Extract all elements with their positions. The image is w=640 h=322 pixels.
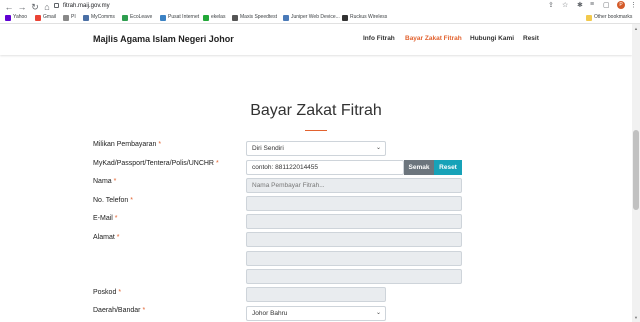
bookmarks-bar: Yahoo Gmail PI MyComms EcoLeave Pusat In… xyxy=(0,12,640,23)
bookmark-juniper[interactable]: Juniper Web Device... xyxy=(283,12,340,23)
telefon-label: No. Telefon * xyxy=(93,197,133,204)
bookmark-ruckus[interactable]: Ruckus Wireless xyxy=(342,12,387,23)
bookmark-ecoleave[interactable]: EcoLeave xyxy=(122,12,152,23)
bookmark-ekelas[interactable]: ekelas xyxy=(203,12,225,23)
browser-chrome: ← → ↻ ⌂ fitrah.maij.gov.my ⇪ ☆ ✱ ≡ ▢ P ⋮… xyxy=(0,0,640,24)
menu-icon[interactable]: ⋮ xyxy=(630,1,637,9)
daerah-select[interactable]: Johor Bahru ⌄ xyxy=(246,306,386,321)
bookmark-mycomms[interactable]: MyComms xyxy=(83,12,115,23)
bookmark-pusat-internet[interactable]: Pusat Internet xyxy=(160,12,199,23)
ekelas-icon xyxy=(203,14,209,21)
mykad-input[interactable]: contoh: 881122014455 xyxy=(246,160,404,175)
nama-input[interactable]: Nama Pembayar Fitrah... xyxy=(246,178,462,193)
email-label: E-Mail * xyxy=(93,215,118,222)
forward-icon[interactable]: → xyxy=(17,2,27,12)
poskod-label: Poskod * xyxy=(93,289,122,296)
telefon-input[interactable] xyxy=(246,196,462,211)
title-divider xyxy=(305,130,327,131)
semak-button[interactable]: Semak xyxy=(404,160,434,175)
reading-list-icon[interactable]: ≡ xyxy=(590,1,594,8)
scroll-thumb[interactable] xyxy=(633,130,639,210)
alamat-label: Alamat * xyxy=(93,234,120,241)
alamat-line3-input[interactable] xyxy=(246,269,462,284)
chevron-down-icon: ⌄ xyxy=(375,310,381,316)
globe-icon xyxy=(160,14,166,21)
globe-icon xyxy=(232,14,238,21)
globe-icon xyxy=(63,14,69,21)
globe-icon xyxy=(83,14,89,21)
nav-bayar-zakat-fitrah[interactable]: Bayar Zakat Fitrah xyxy=(405,35,462,42)
bookmark-gmail[interactable]: Gmail xyxy=(35,12,56,23)
bookmark-maxis-speedtest[interactable]: Maxis Speedtest xyxy=(232,12,277,23)
alamat-line1-input[interactable] xyxy=(246,232,462,247)
ruckus-icon xyxy=(342,14,348,21)
daerah-label: Daerah/Bandar * xyxy=(93,307,146,314)
nav-resit[interactable]: Resit xyxy=(523,35,539,42)
star-icon[interactable]: ☆ xyxy=(562,1,568,9)
folder-icon xyxy=(586,14,592,21)
profile-avatar[interactable]: P xyxy=(617,1,625,9)
nama-label: Nama * xyxy=(93,178,117,185)
mykad-label: MyKad/Passport/Tentera/Polis/UNCHR * xyxy=(93,160,219,167)
site-header: Majlis Agama Islam Negeri Johor Info Fit… xyxy=(0,24,632,55)
email-input[interactable] xyxy=(246,214,462,229)
nav-hubungi-kami[interactable]: Hubungi Kami xyxy=(470,35,514,42)
share-icon[interactable]: ⇪ xyxy=(548,1,554,9)
scroll-down-icon[interactable]: ▼ xyxy=(634,315,638,320)
side-panel-icon[interactable]: ▢ xyxy=(603,1,610,9)
bookmark-other[interactable]: Other bookmarks xyxy=(586,12,632,23)
globe-icon xyxy=(283,14,289,21)
nav-info-fitrah[interactable]: Info Fitrah xyxy=(363,35,395,42)
url-text: fitrah.maij.gov.my xyxy=(63,3,110,9)
extensions-icon[interactable]: ✱ xyxy=(577,1,583,9)
gmail-icon xyxy=(35,14,41,21)
site-brand[interactable]: Majlis Agama Islam Negeri Johor xyxy=(93,34,234,44)
poskod-input[interactable] xyxy=(246,287,386,302)
alamat-line2-input[interactable] xyxy=(246,251,462,266)
bookmark-yahoo[interactable]: Yahoo xyxy=(5,12,27,23)
home-icon[interactable]: ⌂ xyxy=(42,2,52,12)
yahoo-icon xyxy=(5,14,11,21)
chevron-down-icon: ⌄ xyxy=(375,145,381,151)
scroll-up-icon[interactable]: ▲ xyxy=(634,26,638,31)
back-icon[interactable]: ← xyxy=(4,2,14,12)
milikan-label: Milikan Pembayaran * xyxy=(93,141,162,148)
reset-button[interactable]: Reset xyxy=(434,160,462,175)
page-title: Bayar Zakat Fitrah xyxy=(250,102,382,119)
address-bar[interactable]: fitrah.maij.gov.my xyxy=(54,1,560,11)
milikan-select[interactable]: Diri Sendiri ⌄ xyxy=(246,141,386,156)
ecoleave-icon xyxy=(122,14,128,21)
page-scrollbar[interactable]: ▲ ▼ xyxy=(632,24,640,322)
bookmark-pi[interactable]: PI xyxy=(63,12,76,23)
lock-icon xyxy=(54,2,59,8)
